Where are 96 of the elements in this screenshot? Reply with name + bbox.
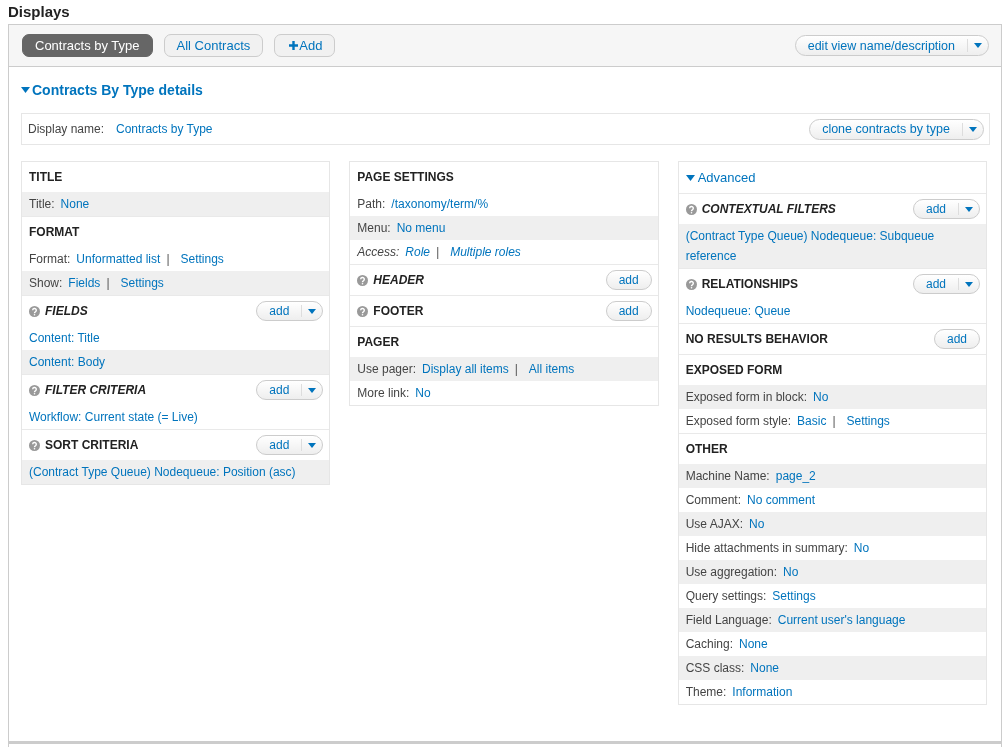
setting-link[interactable]: Contracts by Type <box>116 122 213 136</box>
setting-link[interactable]: No <box>415 383 431 403</box>
setting-label: Exposed form in block: <box>685 390 808 404</box>
setting-link[interactable]: None <box>739 634 768 654</box>
setting-link[interactable]: Content: Body <box>29 352 106 372</box>
display-tab[interactable]: Contracts by Type <box>22 34 153 57</box>
setting-link[interactable]: Content: Title <box>29 328 100 348</box>
setting-link[interactable]: No <box>783 562 799 582</box>
section-title: PAGER <box>357 335 400 349</box>
setting-link[interactable]: No <box>749 514 765 534</box>
setting-link[interactable]: None <box>750 658 780 678</box>
setting-link[interactable]: /taxonomy/term/% <box>391 194 489 214</box>
setting-label: Machine Name: <box>685 469 770 483</box>
setting-label: Display name: <box>28 122 105 136</box>
add-button[interactable]: add <box>933 329 980 349</box>
section-title: NO RESULTS BEHAVIOR <box>685 332 828 346</box>
add-button[interactable]: add <box>912 274 980 294</box>
setting-link[interactable]: All items <box>528 359 575 379</box>
setting-link[interactable]: Settings <box>180 249 224 269</box>
setting-label: Caching: <box>685 637 734 651</box>
section-title: HEADER <box>373 273 424 287</box>
clone-button[interactable]: clone contracts by type <box>809 118 984 140</box>
pipe-separator: | <box>106 276 110 290</box>
setting-label: Query settings: <box>685 589 767 603</box>
setting-link[interactable]: No <box>813 387 829 407</box>
pipe-separator: | <box>514 362 518 376</box>
setting-link[interactable]: (Contract Type Queue) Nodequeue: Position (asc) <box>29 462 296 482</box>
add-display-button[interactable]: Add <box>274 34 336 57</box>
setting-label: Show: <box>29 276 63 290</box>
setting-link[interactable]: Settings <box>772 586 816 606</box>
setting-label: Menu: <box>357 221 391 235</box>
setting-link[interactable]: Basic <box>797 411 827 431</box>
setting-label: Use aggregation: <box>685 565 778 579</box>
setting-link[interactable]: No comment <box>747 490 816 510</box>
setting-label: Hide attachments in summary: <box>685 541 848 555</box>
section-title: SORT CRITERIA <box>45 438 139 452</box>
pipe-separator: | <box>832 414 836 428</box>
setting-link[interactable]: Settings <box>120 273 164 293</box>
setting-link[interactable]: No <box>853 538 870 558</box>
display-tab[interactable]: All Contracts <box>163 34 264 57</box>
setting-label: Exposed form style: <box>685 414 792 428</box>
setting-label: Format: <box>29 252 71 266</box>
setting-label: Access: <box>357 245 400 259</box>
setting-label: More link: <box>357 386 410 400</box>
pipe-separator: | <box>436 245 440 259</box>
section-title: EXPOSED FORM <box>685 363 783 377</box>
setting-link[interactable]: Fields <box>68 273 101 293</box>
setting-link[interactable]: None <box>60 194 90 214</box>
section-title: FORMAT <box>29 225 80 239</box>
help-icon[interactable] <box>685 203 697 215</box>
advanced-toggle[interactable]: Advanced <box>685 170 756 185</box>
setting-link[interactable]: Display all items <box>422 359 509 379</box>
details-toggle[interactable]: Contracts By Type details <box>21 81 203 98</box>
setting-link[interactable]: Workflow: Current state (= Live) <box>29 407 198 427</box>
setting-label: Comment: <box>685 493 741 507</box>
add-button[interactable]: add <box>256 380 324 400</box>
setting-link[interactable]: No menu <box>396 218 446 238</box>
setting-link[interactable]: Settings <box>846 411 890 431</box>
setting-link[interactable]: Unformatted list <box>76 249 161 269</box>
help-icon[interactable] <box>29 439 40 451</box>
setting-link[interactable]: Multiple roles <box>450 242 521 262</box>
edit-view-button[interactable]: edit view name/description <box>794 35 989 56</box>
add-button[interactable]: add <box>256 301 324 321</box>
setting-link[interactable]: Current user's language <box>777 610 906 630</box>
add-button[interactable]: add <box>912 199 980 219</box>
add-button[interactable]: add <box>605 270 652 290</box>
help-icon[interactable] <box>29 384 40 396</box>
setting-label: Use pager: <box>357 362 417 376</box>
setting-label: Field Language: <box>685 613 772 627</box>
setting-link[interactable]: (Contract Type Queue) Nodequeue: Subqueue reference <box>685 226 979 266</box>
setting-link[interactable]: Nodequeue: Queue <box>685 301 791 321</box>
setting-label: Use AJAX: <box>685 517 743 531</box>
section-title: PAGE SETTINGS <box>357 170 454 184</box>
setting-label: Theme: <box>685 685 727 699</box>
setting-label: CSS class: <box>685 661 745 675</box>
setting-label: Title: <box>29 197 55 211</box>
setting-link[interactable]: Information <box>732 682 793 702</box>
setting-label: Path: <box>357 197 386 211</box>
help-icon[interactable] <box>685 278 697 290</box>
section-title: FOOTER <box>373 304 424 318</box>
section-title: RELATIONSHIPS <box>701 277 799 291</box>
add-button[interactable]: add <box>256 435 324 455</box>
pipe-separator: | <box>166 252 170 266</box>
section-title: OTHER <box>685 442 728 456</box>
help-icon[interactable] <box>29 305 40 317</box>
section-title: CONTEXTUAL FILTERS <box>701 202 836 216</box>
section-title: TITLE <box>29 170 63 184</box>
setting-link[interactable]: Role <box>405 242 431 262</box>
page-title: Displays <box>7 2 71 22</box>
add-button[interactable]: add <box>605 301 652 321</box>
help-icon[interactable] <box>357 274 369 286</box>
section-title: FILTER CRITERIA <box>45 383 147 397</box>
section-title: FIELDS <box>45 304 88 318</box>
help-icon[interactable] <box>357 305 369 317</box>
plus-icon <box>289 41 299 50</box>
setting-link[interactable]: page_2 <box>775 466 816 486</box>
